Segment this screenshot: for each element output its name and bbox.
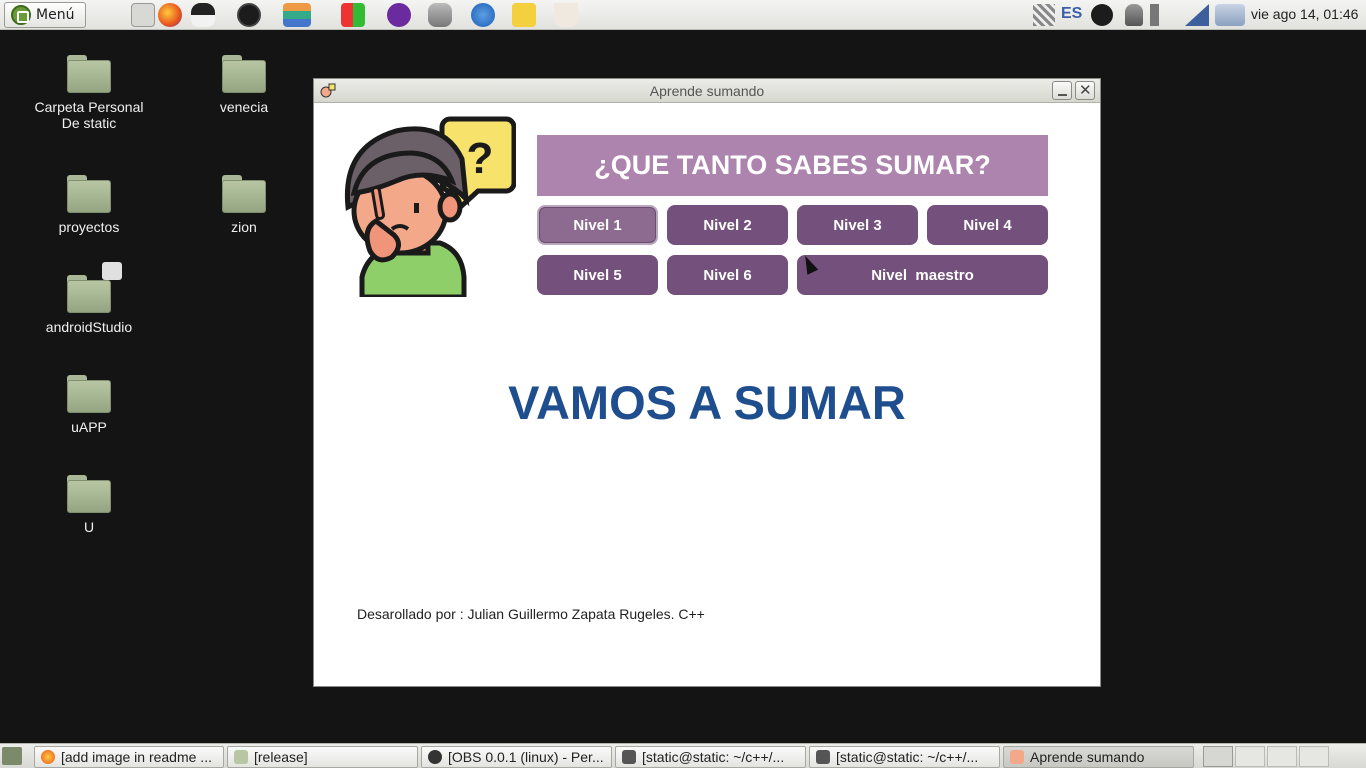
keyboard-language[interactable]: ES [1061, 5, 1082, 23]
dropbox-icon[interactable] [1033, 4, 1055, 26]
file-manager-icon[interactable] [131, 3, 155, 27]
task-firefox[interactable]: [add image in readme ... [34, 746, 224, 768]
volume-icon[interactable] [1150, 4, 1172, 26]
window-title: Aprende sumando [649, 83, 765, 99]
desktop-icon-androidstudio[interactable]: androidStudio [29, 275, 149, 335]
minimize-button[interactable] [1052, 81, 1072, 100]
task-obs[interactable]: [OBS 0.0.1 (linux) - Per... [421, 746, 612, 768]
notes-icon[interactable] [512, 3, 536, 27]
obs-icon [428, 750, 442, 764]
folder-icon [67, 175, 111, 213]
obs-icon[interactable] [237, 3, 261, 27]
tor-icon[interactable] [387, 3, 411, 27]
clock[interactable]: vie ago 14, 01:46 [1251, 6, 1358, 22]
main-heading: VAMOS A SUMAR [508, 376, 906, 429]
thinking-person-icon: ? [344, 116, 516, 297]
folder-icon [234, 750, 248, 764]
menu-label: Menú [36, 7, 75, 23]
firefox-icon[interactable] [158, 3, 182, 27]
task-terminal-1[interactable]: [static@static: ~/c++/... [615, 746, 806, 768]
desktop-icon-label: U [83, 519, 95, 535]
tux-icon[interactable] [191, 3, 215, 27]
microphone-icon[interactable] [1125, 4, 1143, 26]
workspace-4[interactable] [1299, 746, 1329, 767]
thunderbird-icon[interactable] [471, 3, 495, 27]
terminal-icon [622, 750, 636, 764]
close-button[interactable]: ✕ [1075, 81, 1095, 100]
task-aprende-sumando[interactable]: Aprende sumando [1003, 746, 1194, 768]
folder-icon [67, 275, 111, 313]
database-icon[interactable] [428, 3, 452, 27]
folder-icon [67, 375, 111, 413]
credit-text: Desarollado por : Julian Guillermo Zapat… [357, 606, 705, 622]
desktop-icon-label: proyectos [58, 219, 120, 235]
app-window: Aprende sumando ✕ ? ¿QUE TANTO SABES SUM… [313, 78, 1101, 687]
obs-tray-icon[interactable] [1091, 4, 1113, 26]
level-2-button[interactable]: Nivel 2 [667, 205, 788, 245]
workspace-2[interactable] [1235, 746, 1265, 767]
lock-icon [102, 262, 122, 280]
folder-icon [222, 175, 266, 213]
desktop-icon-label: Carpeta Personal [34, 99, 144, 115]
network-signal-icon[interactable] [1185, 4, 1209, 26]
desktop-icon-zion[interactable]: zion [184, 175, 304, 235]
show-desktop-icon[interactable] [2, 747, 22, 765]
desktop-icon-label: uAPP [71, 419, 107, 435]
terminal-icon [816, 750, 830, 764]
office-icon[interactable] [341, 3, 365, 27]
desktop-icon-u[interactable]: U [29, 475, 149, 535]
desktop-icon-label-2: De static [61, 115, 117, 131]
close-icon: ✕ [1079, 81, 1092, 99]
svg-text:?: ? [467, 134, 494, 183]
level-5-button[interactable]: Nivel 5 [537, 255, 658, 295]
firefox-icon [41, 750, 55, 764]
java-icon[interactable] [554, 3, 578, 27]
task-label: [static@static: ~/c++/... [642, 749, 785, 765]
window-titlebar[interactable]: Aprende sumando ✕ [314, 79, 1100, 103]
folder-icon [222, 55, 266, 93]
desktop-icon-label: zion [231, 219, 257, 235]
app-icon [1010, 750, 1024, 764]
mint-logo-icon [11, 5, 31, 25]
level-3-button[interactable]: Nivel 3 [797, 205, 918, 245]
quiz-banner: ¿QUE TANTO SABES SUMAR? [537, 135, 1048, 196]
window-content: ? ¿QUE TANTO SABES SUMAR? Nivel 1 Nivel … [314, 103, 1100, 686]
level-1-button[interactable]: Nivel 1 [537, 205, 658, 245]
desktop-icon-home[interactable]: Carpeta Personal De static [29, 55, 149, 131]
task-label: [add image in readme ... [61, 749, 212, 765]
taskbar: [add image in readme ... [release] [OBS … [0, 743, 1366, 768]
task-terminal-2[interactable]: [static@static: ~/c++/... [809, 746, 1000, 768]
task-release[interactable]: [release] [227, 746, 418, 768]
task-label: Aprende sumando [1030, 749, 1145, 765]
desktop-icon-label: venecia [219, 99, 269, 115]
desktop-icon-label: androidStudio [45, 319, 133, 335]
task-label: [static@static: ~/c++/... [836, 749, 979, 765]
master-level-button[interactable]: Nivel maestro [797, 255, 1048, 295]
level-4-button[interactable]: Nivel 4 [927, 205, 1048, 245]
workspace-1[interactable] [1203, 746, 1233, 767]
task-label: [release] [254, 749, 308, 765]
home-folder-icon [67, 55, 111, 93]
workspace-3[interactable] [1267, 746, 1297, 767]
desktop-icon-proyectos[interactable]: proyectos [29, 175, 149, 235]
menu-button[interactable]: Menú [4, 2, 86, 28]
task-label: [OBS 0.0.1 (linux) - Per... [448, 749, 604, 765]
top-panel: Menú ES vie ago 14, 01:46 [0, 0, 1366, 30]
desktop-icon-uapp[interactable]: uAPP [29, 375, 149, 435]
desktop-icon-venecia[interactable]: venecia [184, 55, 304, 115]
folder-icon [67, 475, 111, 513]
books-icon[interactable] [283, 3, 311, 27]
updates-icon[interactable] [1215, 4, 1245, 26]
level-6-button[interactable]: Nivel 6 [667, 255, 788, 295]
